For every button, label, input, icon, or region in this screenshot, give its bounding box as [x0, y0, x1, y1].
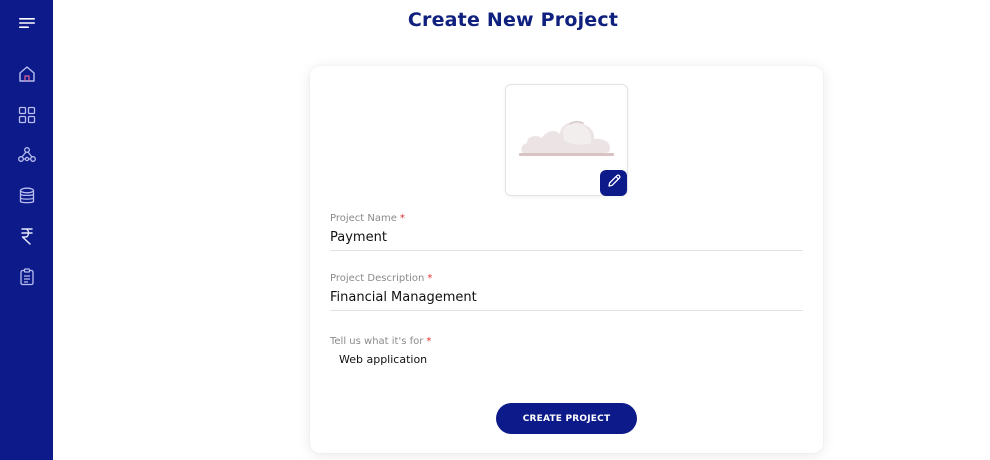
project-description-field: Project Description *	[330, 273, 803, 311]
cloud-placeholder-icon	[518, 113, 618, 161]
database-icon	[17, 186, 37, 206]
project-name-label: Project Name *	[330, 213, 405, 224]
create-project-card: Project Name* Project Description* Tell …	[310, 66, 823, 453]
network-icon	[17, 145, 37, 165]
sidebar	[0, 0, 53, 460]
project-name-input[interactable]	[330, 224, 803, 251]
required-marker: *	[399, 213, 405, 224]
edit-image-button[interactable]	[600, 170, 627, 196]
sidebar-item-database[interactable]	[13, 182, 41, 210]
page-title: Create New Project	[407, 9, 619, 31]
sidebar-item-home[interactable]	[13, 60, 41, 88]
project-description-label: Project Description *	[330, 273, 433, 284]
main-content: Create New Project Project Name * Paymen…	[53, 0, 990, 460]
create-project-button[interactable]: CREATE PROJECT	[496, 403, 637, 434]
grid-icon	[17, 105, 37, 125]
sidebar-item-dashboard[interactable]	[13, 101, 41, 129]
required-marker: *	[427, 273, 433, 284]
sidebar-item-billing[interactable]	[13, 222, 41, 250]
home-icon	[17, 64, 37, 84]
pencil-icon	[606, 173, 622, 193]
clipboard-icon	[17, 267, 37, 287]
required-marker: *	[426, 336, 432, 347]
project-image[interactable]	[505, 84, 628, 196]
purpose-field: Tell us what it's for * Web application	[330, 336, 803, 366]
purpose-label: Tell us what it's for *	[330, 336, 432, 347]
project-name-field: Project Name *	[330, 213, 803, 251]
sidebar-item-network[interactable]	[13, 141, 41, 169]
project-description-input[interactable]	[330, 284, 803, 311]
sidebar-item-reports[interactable]	[13, 263, 41, 291]
rupee-icon	[17, 226, 37, 246]
purpose-select[interactable]: Web application	[330, 347, 803, 366]
